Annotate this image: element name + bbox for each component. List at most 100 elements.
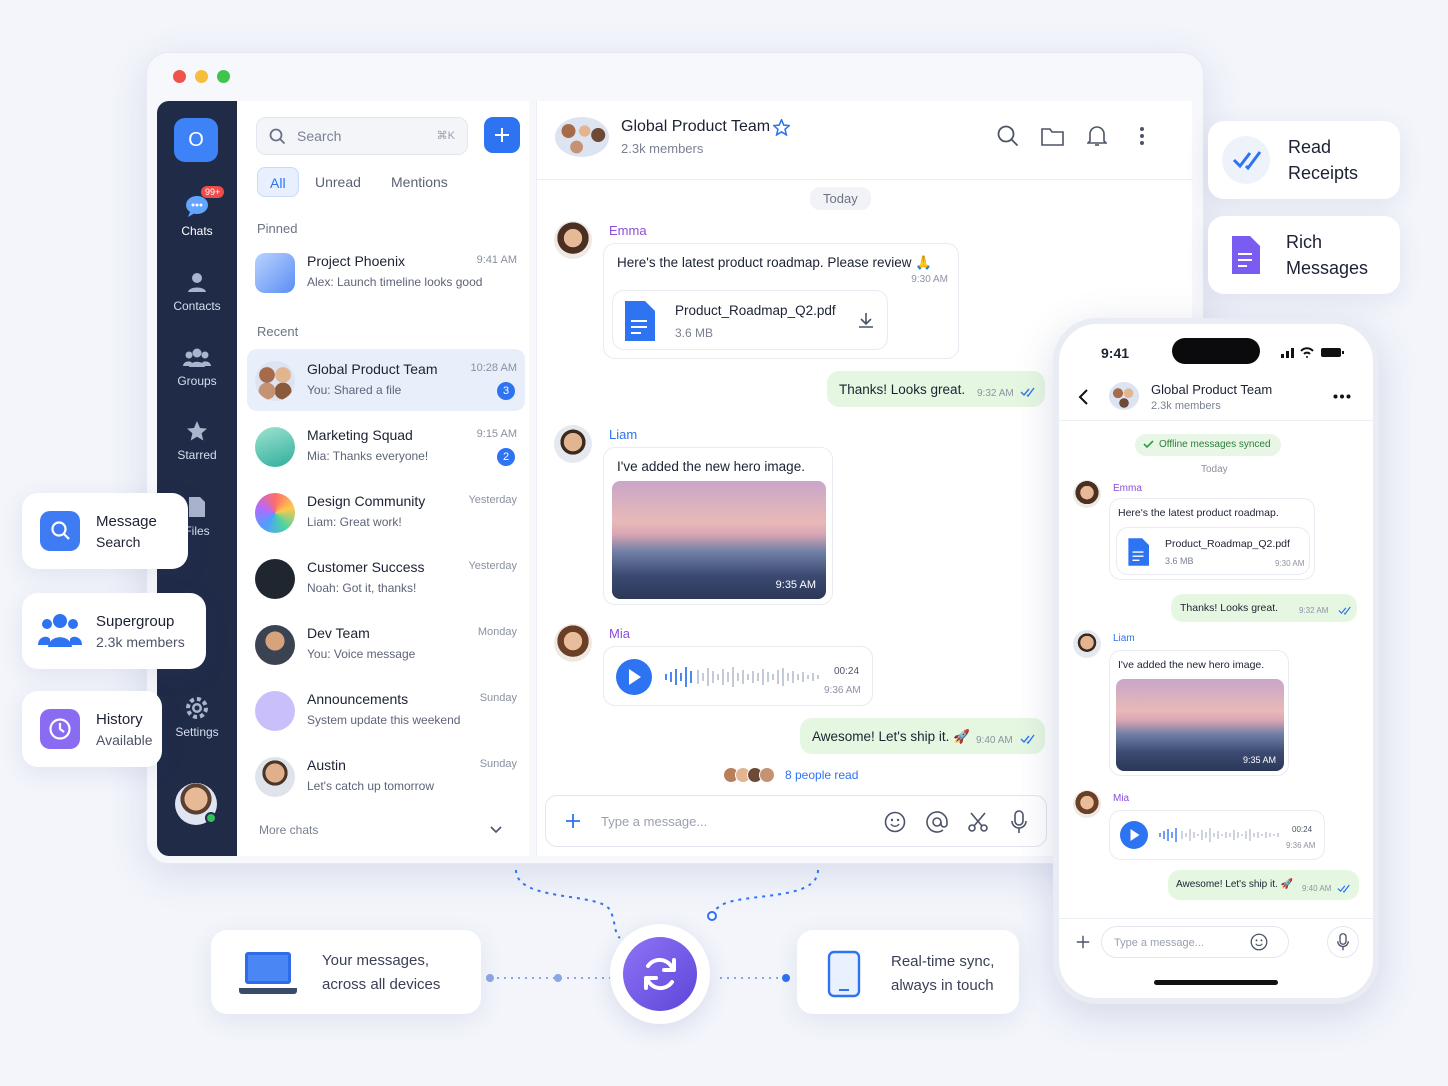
rail-item-contacts[interactable]: Contacts [157,271,237,313]
avatar-emma[interactable] [554,221,592,259]
search-shortcut: ⌘K [436,130,455,142]
clock-icon [40,709,80,749]
unread-badge: 2 [497,448,515,466]
mention-icon[interactable] [926,811,948,833]
chat-preview: Noah: Got it, thanks! [307,581,417,595]
message-input[interactable]: Type a message... [1101,926,1289,958]
sync-text: Real-time sync, [891,953,995,970]
search-input[interactable]: Search ⌘K [256,117,468,155]
file-attachment[interactable]: Product_Roadmap_Q2.pdf 3.6 MB [612,290,888,350]
chat-preview: Let's catch up tomorrow [307,779,435,793]
message-time: 9:32 AM [977,388,1014,399]
bell-icon[interactable] [1087,124,1107,147]
chat-item-design-community[interactable]: Design Community Liam: Great work! Yeste… [247,481,525,543]
chat-name: Global Product Team [307,361,438,377]
play-button[interactable] [1120,821,1148,849]
waveform[interactable] [1158,827,1282,843]
group-avatar [255,625,295,665]
more-chats-link[interactable]: More chats [259,823,318,837]
day-separator: Today [810,187,871,210]
emoji-icon[interactable] [884,811,906,833]
feature-subtitle: Available [96,732,153,748]
rail-item-chats[interactable]: 99+ Chats [157,186,237,238]
chat-item-announcements[interactable]: Announcements System update this weekend… [247,679,525,741]
home-indicator [1154,980,1278,985]
chat-preview: Mia: Thanks everyone! [307,449,429,463]
sync-card-realtime: Real-time sync, always in touch [797,930,1019,1014]
message-time: 9:35 AM [775,579,816,591]
chat-item-pinned[interactable]: Project Phoenix Alex: Launch timeline lo… [247,241,525,303]
read-count[interactable]: 8 people read [785,768,858,782]
sync-status-chip: Offline messages synced [1135,434,1281,456]
document-icon [1128,538,1149,566]
emoji-icon[interactable] [1250,933,1268,951]
search-icon[interactable] [997,125,1019,147]
rail-item-starred[interactable]: Starred [157,420,237,462]
rail-item-settings[interactable]: Settings [157,697,237,739]
maximize-window-button[interactable] [217,70,230,83]
sender-name: Mia [609,626,630,641]
message-time: 9:30 AM [911,274,948,285]
scissors-icon[interactable] [967,811,989,833]
back-chevron-icon[interactable] [1077,388,1089,406]
minimize-window-button[interactable] [195,70,208,83]
plus-icon[interactable] [564,812,582,830]
group-avatar[interactable] [1109,382,1139,410]
avatar-liam[interactable] [554,425,592,463]
microphone-button[interactable] [1327,926,1359,958]
filter-tab-all[interactable]: All [257,167,299,197]
message-input[interactable]: Type a message... [601,814,707,829]
message-text: Awesome! Let's ship it. 🚀 [812,729,970,744]
chat-item-dev-team[interactable]: Dev Team You: Voice message Monday [247,613,525,675]
microphone-icon[interactable] [1011,810,1027,834]
filter-tab-mentions[interactable]: Mentions [379,167,460,197]
message-text: Here's the latest product roadmap. [1118,507,1279,519]
chat-name: Dev Team [307,625,370,641]
feature-card-read-receipts: Read Receipts [1208,121,1400,199]
message-time: 9:35 AM [1242,755,1276,765]
new-chat-button[interactable] [484,117,520,153]
desktop-window: O 99+ Chats Contacts Groups Starred File… [146,52,1204,864]
mountain-image[interactable]: 9:35 AM [1116,679,1284,771]
play-button[interactable] [616,659,652,695]
chat-name: Announcements [307,691,409,707]
chat-preview: You: Shared a file [307,383,402,397]
avatar-emma[interactable] [1073,480,1101,508]
download-icon[interactable] [857,311,875,329]
chat-item-marketing-squad[interactable]: Marketing Squad Mia: Thanks everyone! 9:… [247,415,525,477]
chat-item-global-product-team[interactable]: Global Product Team You: Shared a file 1… [247,349,525,411]
close-window-button[interactable] [173,70,186,83]
feature-title: Receipts [1288,163,1359,183]
waveform[interactable] [664,665,824,689]
file-attachment[interactable]: Product_Roadmap_Q2.pdf 3.6 MB 9:30 AM [1116,527,1310,575]
plus-icon[interactable] [1075,934,1091,950]
rail-label: Files [184,524,210,538]
star-icon[interactable] [773,119,790,136]
avatar-mia[interactable] [1073,790,1101,818]
feature-title: Message [96,513,157,530]
avatar-mia[interactable] [554,624,592,662]
message-time: 9:36 AM [824,685,861,696]
avatar-liam[interactable] [1073,630,1101,658]
mountain-image[interactable]: 9:35 AM [612,481,826,599]
recent-section-label: Recent [257,324,299,339]
chevron-down-icon[interactable] [489,825,503,835]
group-avatar[interactable] [555,117,609,157]
chat-item-austin[interactable]: Austin Let's catch up tomorrow Sunday [247,745,525,807]
folder-icon[interactable] [1041,126,1064,146]
double-check-icon [1337,884,1350,893]
app-logo[interactable]: O [174,118,218,162]
chat-time: 9:41 AM [476,254,517,266]
file-name: Product_Roadmap_Q2.pdf [675,303,836,318]
chat-time: Sunday [479,758,517,770]
sync-icon[interactable] [623,937,697,1011]
chat-title: Global Product Team [621,118,771,135]
chat-item-customer-success[interactable]: Customer Success Noah: Got it, thanks! Y… [247,547,525,609]
more-options-icon[interactable] [1333,394,1351,399]
chat-list-pane: Search ⌘K All Unread Mentions Pinned Pro… [237,101,529,856]
file-name: Product_Roadmap_Q2.pdf [1165,538,1290,550]
filter-tab-unread[interactable]: Unread [303,167,373,197]
rail-item-groups[interactable]: Groups [157,346,237,388]
message-bubble: Here's the latest product roadmap. Pleas… [603,243,959,359]
more-options-icon[interactable] [1139,126,1145,146]
